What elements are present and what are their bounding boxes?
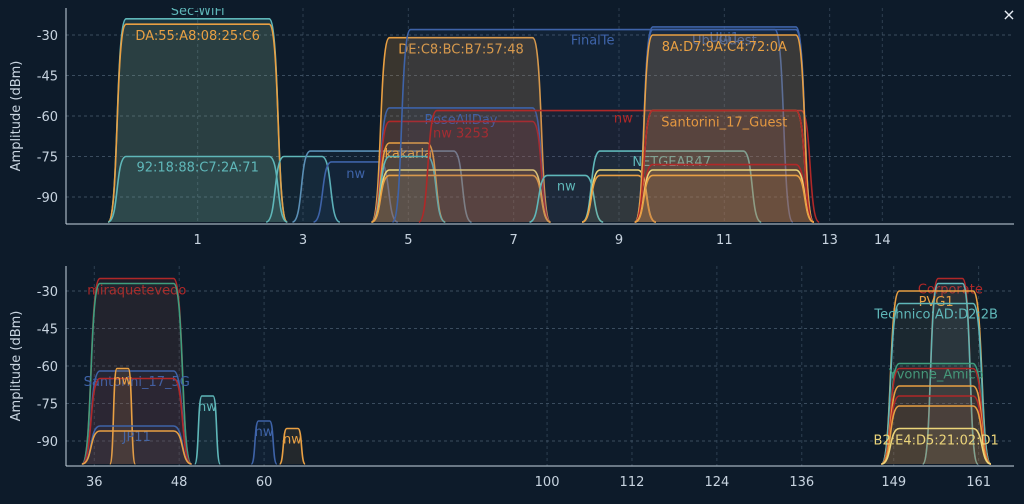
band-2g-y-tick-label: -90 bbox=[37, 191, 58, 206]
network-nw[interactable]: nw bbox=[278, 427, 306, 465]
band-5g-x-tick-label: 149 bbox=[881, 475, 906, 490]
band-2g-x-tick-label: 13 bbox=[821, 233, 838, 248]
network-label: DA:55:A8:08:25:C6 bbox=[135, 29, 259, 44]
network-label: nw bbox=[198, 400, 217, 415]
band-5g-networks: miraquetevedoSantorini_17_5GnwJP11nwnw nw… bbox=[81, 277, 999, 465]
band-5g-y-tick-label: -30 bbox=[37, 285, 58, 300]
network-nw[interactable]: nw bbox=[250, 420, 278, 465]
network-unlabeled[interactable] bbox=[81, 430, 192, 465]
network-label: FinalTe bbox=[571, 34, 615, 49]
network-fill bbox=[634, 175, 814, 222]
band-2g-panel: -30-45-60-75-901 3 5 7 9 11 13 14Amplitude (dBm… bbox=[9, 4, 1014, 248]
band-5g-panel: -30 -45 -60 -75 -90 36 48 60 100 112 124 136 149 161 A… bbox=[9, 266, 1014, 490]
band-5g-y-axis-label: Amplitude (dBm) bbox=[9, 311, 24, 422]
band-2g-y-tick-label: -75 bbox=[37, 151, 58, 166]
chart-stage: -30-45-60-75-901 3 5 7 9 11 13 14Amplitude (dBm… bbox=[9, 4, 1014, 490]
network-label: nw bbox=[346, 167, 365, 182]
band-5g-x-tick-label: 112 bbox=[620, 475, 645, 490]
band-2g-x-tick-label: 7 bbox=[510, 233, 518, 248]
band-2g-x-tick-label: 5 bbox=[404, 233, 412, 248]
network-label: Technico:AD:D2:2B bbox=[873, 308, 998, 323]
band-2g-x-tick-label: 11 bbox=[716, 233, 733, 248]
band-5g-x-tick-label: 161 bbox=[966, 475, 991, 490]
network-fill bbox=[81, 431, 192, 464]
band-5g-x-tick-label: 124 bbox=[704, 475, 729, 490]
band-5g-x-tick-label: 36 bbox=[86, 475, 103, 490]
band-5g-x-tick-label: 60 bbox=[256, 475, 273, 490]
band-5g-y-tick-label: -75 bbox=[37, 398, 58, 413]
band-5g-x-tick-label: 136 bbox=[789, 475, 814, 490]
band-2g-networks: Sec-WiFi DA:55:A8:08:25:C6 92:18:88:C7:2A:… bbox=[107, 4, 820, 223]
band-2g-y-tick-label: -30 bbox=[37, 29, 58, 44]
network-nw[interactable]: nw bbox=[193, 395, 222, 465]
network-label: nw bbox=[255, 425, 274, 440]
band-2g-x-tick-label: 9 bbox=[615, 233, 623, 248]
band-2g-y-axis-label: Amplitude (dBm) bbox=[9, 61, 24, 172]
band-5g-x-tick-label: 48 bbox=[171, 475, 188, 490]
band-5g-y-tick-label: -45 bbox=[37, 323, 58, 338]
network-label: Sec-WiFi bbox=[171, 4, 225, 19]
band-5g-y-tick-label: -90 bbox=[37, 435, 58, 450]
network-label: 8A:D7:9A:C4:72:0A bbox=[662, 40, 787, 55]
band-2g-x-tick-label: 1 bbox=[194, 233, 202, 248]
network-92-18-88-c7-2a-71[interactable]: 92:18:88:C7:2A:71 bbox=[107, 155, 288, 223]
network-label: nw bbox=[557, 179, 576, 194]
band-2g-x-tick-label: 14 bbox=[874, 233, 891, 248]
band-2g-x-tick-label: 3 bbox=[299, 233, 307, 248]
band-2g-y-tick-label: -60 bbox=[37, 110, 58, 125]
band-2g-y-tick-label: -45 bbox=[37, 70, 58, 85]
network-unlabeled[interactable] bbox=[634, 174, 815, 223]
band-5g-x-tick-label: 100 bbox=[535, 475, 560, 490]
network-label: B2:E4:D5:21:02:D1 bbox=[874, 434, 999, 449]
network-label: nw bbox=[283, 433, 302, 448]
network-label: nw bbox=[614, 112, 633, 127]
band-5g-y-tick-label: -60 bbox=[37, 360, 58, 375]
network-label: 92:18:88:C7:2A:71 bbox=[136, 161, 258, 176]
network-b2-e4-d5-21-02-d1[interactable]: B2:E4:D5:21:02:D1 bbox=[874, 427, 999, 465]
network-label: nw bbox=[113, 374, 132, 389]
